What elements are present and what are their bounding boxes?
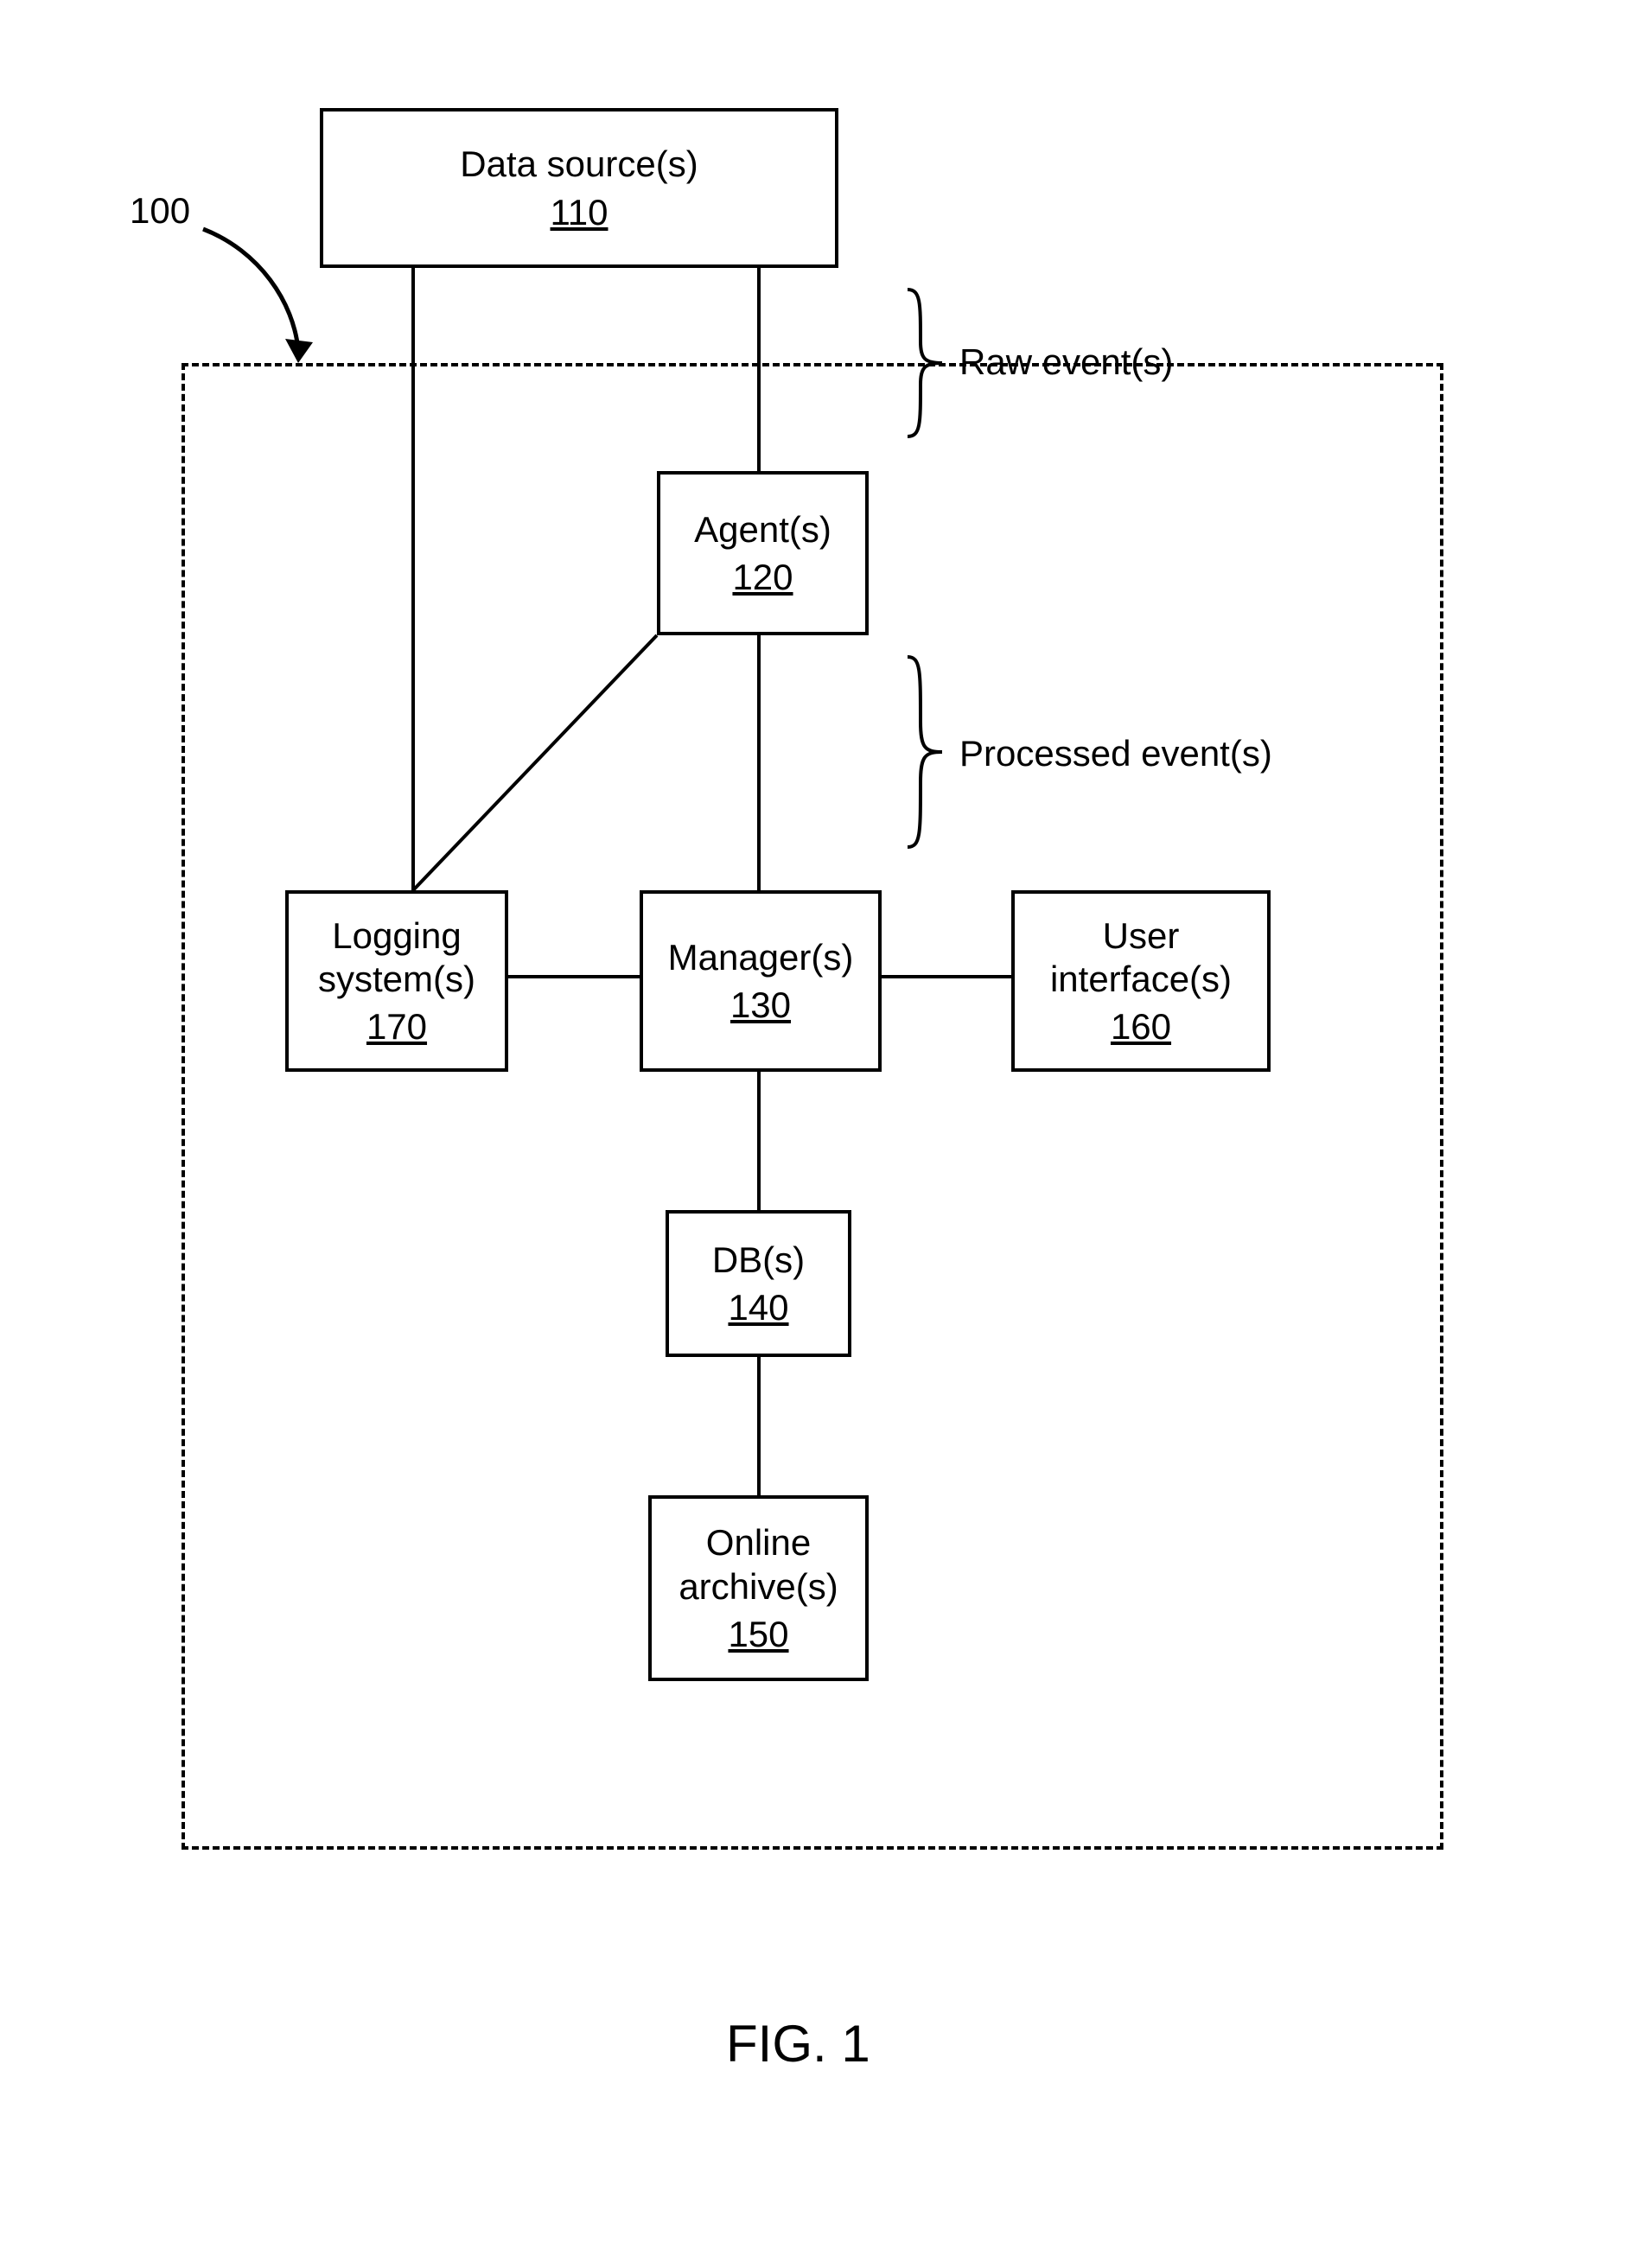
annotation-raw-events: Raw event(s) [959, 341, 1173, 383]
box-dbs-ref: 140 [728, 1287, 788, 1328]
box-archives-ref: 150 [728, 1614, 788, 1655]
box-agents-ref: 120 [732, 557, 793, 598]
box-archives-label: Online archive(s) [679, 1521, 838, 1609]
diagram-canvas: 100 Data source(s) 110 Agent(s) [0, 0, 1631, 2268]
figure-caption: FIG. 1 [726, 2014, 870, 2074]
box-data-sources: Data source(s) 110 [320, 108, 838, 268]
box-managers-label: Manager(s) [668, 936, 854, 979]
box-logging-ref: 170 [366, 1006, 427, 1048]
box-agents: Agent(s) 120 [657, 471, 869, 635]
box-data-sources-ref: 110 [551, 192, 608, 233]
box-dbs: DB(s) 140 [666, 1210, 851, 1357]
box-user-interface-label: User interface(s) [1050, 914, 1232, 1002]
box-user-interface: User interface(s) 160 [1011, 890, 1271, 1072]
box-managers: Manager(s) 130 [640, 890, 882, 1072]
box-logging-label: Logging system(s) [318, 914, 475, 1002]
box-dbs-label: DB(s) [712, 1239, 805, 1282]
box-user-interface-ref: 160 [1111, 1006, 1171, 1048]
box-logging: Logging system(s) 170 [285, 890, 508, 1072]
box-managers-ref: 130 [730, 984, 791, 1026]
annotation-processed-events: Processed event(s) [959, 733, 1272, 774]
box-agents-label: Agent(s) [694, 508, 831, 551]
box-archives: Online archive(s) 150 [648, 1495, 869, 1681]
box-data-sources-label: Data source(s) [460, 143, 698, 186]
diagram-connectors [0, 0, 1631, 2268]
